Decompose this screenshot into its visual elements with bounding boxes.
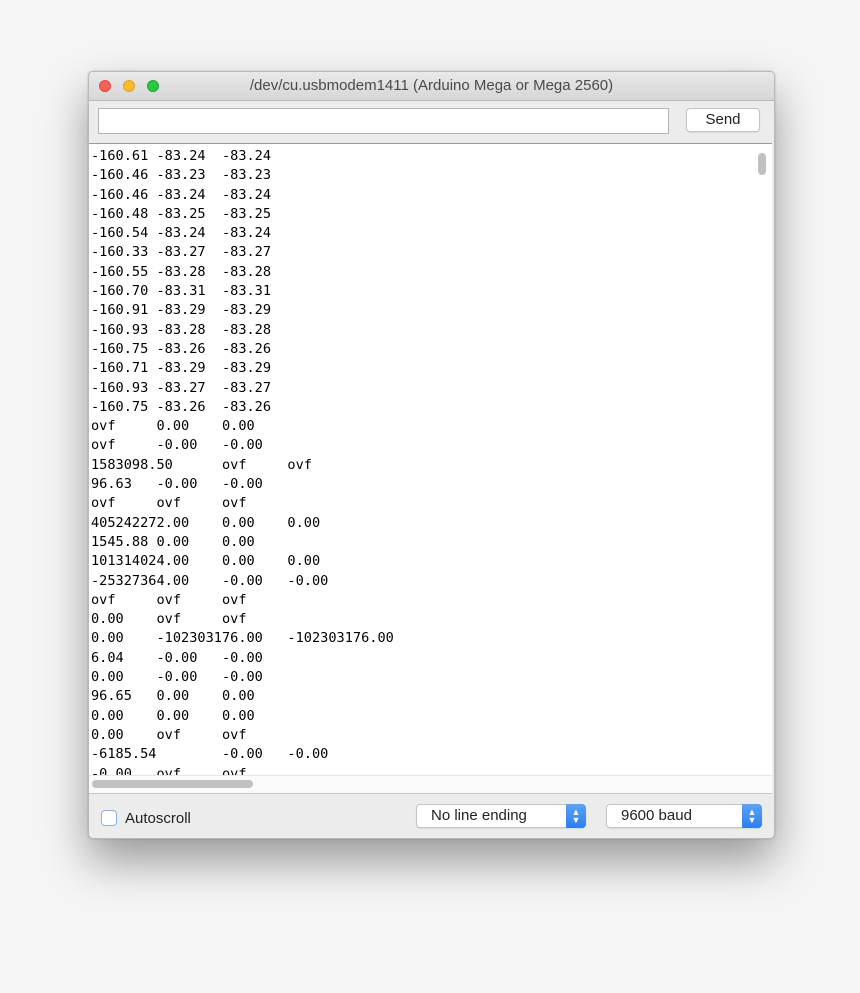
line-ending-value: No line ending xyxy=(431,807,527,824)
serial-output-line: -160.33 -83.27 -83.27 xyxy=(91,244,272,261)
title-bar[interactable]: /dev/cu.usbmodem1411 (Arduino Mega or Me… xyxy=(89,72,774,101)
serial-output-line: ovf ovf ovf xyxy=(91,495,247,512)
serial-output-line: -160.75 -83.26 -83.26 xyxy=(91,340,272,357)
serial-output-line: -160.75 -83.26 -83.26 xyxy=(91,398,272,415)
serial-output-line: 96.65 0.00 0.00 xyxy=(91,688,255,705)
window-title: /dev/cu.usbmodem1411 (Arduino Mega or Me… xyxy=(249,77,614,94)
serial-send-input[interactable] xyxy=(98,108,669,134)
serial-output-line: -6185.54 -0.00 -0.00 xyxy=(91,746,329,763)
serial-output-line: -25327364.00 -0.00 -0.00 xyxy=(91,572,329,589)
serial-output-line: 101314024.00 0.00 0.00 xyxy=(91,553,321,570)
send-button[interactable]: Send xyxy=(686,108,760,132)
serial-output-line: -160.46 -83.23 -83.23 xyxy=(91,167,272,184)
baud-rate-value: 9600 baud xyxy=(621,807,692,824)
serial-output-line: ovf -0.00 -0.00 xyxy=(91,437,263,454)
serial-output-line: -160.91 -83.29 -83.29 xyxy=(91,302,272,319)
serial-output-line: 0.00 0.00 0.00 xyxy=(91,707,255,724)
serial-output-area[interactable]: -160.61 -83.24 -83.24 -160.46 -83.23 -83.… xyxy=(89,143,772,794)
serial-output-line: -160.93 -83.28 -83.28 xyxy=(91,321,272,338)
serial-output-text: -160.61 -83.24 -83.24 -160.46 -83.23 -83.… xyxy=(91,147,394,784)
horizontal-scrollbar-thumb[interactable] xyxy=(92,780,253,788)
horizontal-scrollbar[interactable] xyxy=(89,775,772,793)
serial-output-line: -160.55 -83.28 -83.28 xyxy=(91,263,272,280)
serial-output-line: -160.48 -83.25 -83.25 xyxy=(91,205,272,222)
baud-rate-select[interactable]: 9600 baud ▲ ▼ xyxy=(606,804,762,828)
serial-output-line: -160.61 -83.24 -83.24 xyxy=(91,148,272,164)
serial-output-line: 0.00 -102303176.00 -102303176.00 xyxy=(91,630,394,647)
serial-output-line: -160.93 -83.27 -83.27 xyxy=(91,379,272,396)
autoscroll-control[interactable]: Autoscroll xyxy=(101,808,191,828)
serial-output-line: 96.63 -0.00 -0.00 xyxy=(91,476,263,493)
serial-output-line: -160.54 -83.24 -83.24 xyxy=(91,225,272,242)
serial-output-line: 6.04 -0.00 -0.00 xyxy=(91,649,263,666)
serial-output-line: 0.00 ovf ovf xyxy=(91,611,247,628)
serial-output-line: ovf ovf ovf xyxy=(91,591,247,608)
vertical-scrollbar-thumb[interactable] xyxy=(758,153,766,175)
up-down-chevron-icon: ▲ ▼ xyxy=(566,804,586,828)
serial-output-line: 405242272.00 0.00 0.00 xyxy=(91,514,321,531)
serial-output-line: 1583098.50 ovf ovf xyxy=(91,456,312,473)
autoscroll-checkbox[interactable] xyxy=(101,810,117,826)
line-ending-select[interactable]: No line ending ▲ ▼ xyxy=(416,804,586,828)
serial-output-line: -160.46 -83.24 -83.24 xyxy=(91,186,272,203)
serial-output-line: 0.00 -0.00 -0.00 xyxy=(91,669,263,686)
autoscroll-label: Autoscroll xyxy=(125,809,191,827)
serial-output-line: -160.70 -83.31 -83.31 xyxy=(91,283,272,300)
up-down-chevron-icon: ▲ ▼ xyxy=(742,804,762,828)
serial-output-line: ovf 0.00 0.00 xyxy=(91,418,255,435)
serial-output-line: 1545.88 0.00 0.00 xyxy=(91,533,255,550)
serial-output-line: -160.71 -83.29 -83.29 xyxy=(91,360,272,377)
serial-monitor-window: /dev/cu.usbmodem1411 (Arduino Mega or Me… xyxy=(88,71,775,839)
serial-output-line: 0.00 ovf ovf xyxy=(91,726,247,743)
